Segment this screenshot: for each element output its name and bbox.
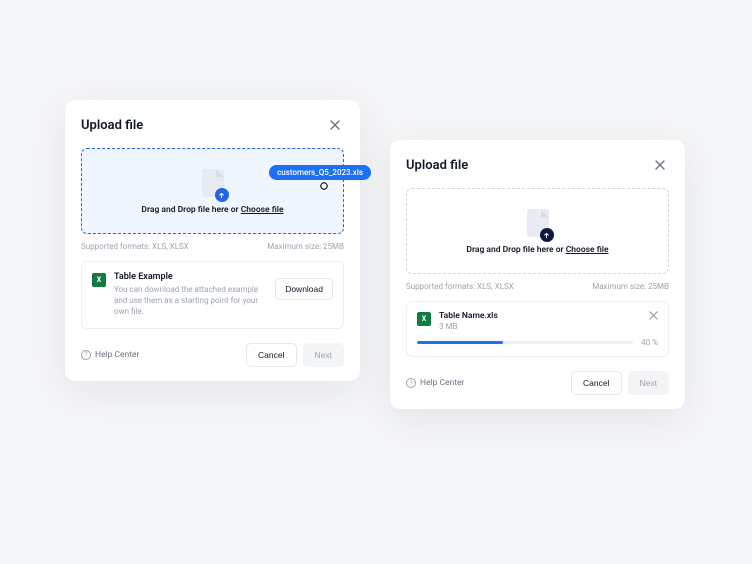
close-icon (655, 160, 665, 170)
dropzone-meta: Supported formats: XLS, XLSX Maximum siz… (406, 282, 669, 291)
close-icon (330, 120, 340, 130)
dropzone-text-prefix: Drag and Drop file here or (141, 205, 240, 215)
dropzone-text-prefix: Drag and Drop file here or (466, 245, 565, 255)
choose-file-link[interactable]: Choose file (241, 205, 284, 215)
progress-percent: 40 % (641, 338, 658, 347)
example-description: You can download the attached example an… (114, 284, 267, 318)
help-center-label: Help Center (95, 350, 139, 360)
dropzone-meta: Supported formats: XLS, XLSX Maximum siz… (81, 242, 344, 251)
dialog-header: Upload file (406, 156, 669, 174)
remove-file-button[interactable] (649, 311, 658, 322)
close-icon (649, 311, 658, 320)
upload-file-size: 3 MB (439, 322, 641, 331)
drag-file-chip: customers_Q5_2023.xls (269, 165, 371, 180)
close-button[interactable] (326, 116, 344, 134)
max-size: Maximum size: 25MB (592, 282, 669, 291)
dialog-footer: ? Help Center Cancel Next (406, 371, 669, 395)
help-icon: ? (406, 378, 416, 388)
download-button[interactable]: Download (275, 278, 333, 300)
upload-arrow-icon (540, 228, 554, 242)
dropzone-text: Drag and Drop file here or Choose file (417, 245, 658, 255)
cursor-icon (319, 181, 329, 195)
example-panel: Table Example You can download the attac… (81, 261, 344, 329)
next-button[interactable]: Next (628, 371, 669, 395)
cancel-button[interactable]: Cancel (246, 343, 296, 367)
footer-actions: Cancel Next (246, 343, 344, 367)
help-icon: ? (81, 350, 91, 360)
help-center-link[interactable]: ? Help Center (406, 378, 464, 388)
close-button[interactable] (651, 156, 669, 174)
help-center-link[interactable]: ? Help Center (81, 350, 139, 360)
footer-actions: Cancel Next (571, 371, 669, 395)
supported-formats: Supported formats: XLS, XLSX (406, 282, 514, 291)
file-dropzone[interactable]: Drag and Drop file here or Choose file c… (81, 148, 344, 234)
progress-fill (417, 341, 503, 344)
upload-dialog-drag: Upload file Drag and Drop file here or C… (65, 100, 360, 381)
example-title: Table Example (114, 272, 267, 282)
dialog-header: Upload file (81, 116, 344, 134)
max-size: Maximum size: 25MB (267, 242, 344, 251)
progress-track (417, 341, 633, 344)
supported-formats: Supported formats: XLS, XLSX (81, 242, 189, 251)
dialog-title: Upload file (81, 118, 143, 133)
help-center-label: Help Center (420, 378, 464, 388)
file-dropzone[interactable]: Drag and Drop file here or Choose file (406, 188, 669, 274)
dropzone-text: Drag and Drop file here or Choose file (92, 205, 333, 215)
excel-icon (417, 312, 431, 326)
cancel-button[interactable]: Cancel (571, 371, 621, 395)
upload-progress: 40 % (417, 338, 658, 347)
upload-file-name: Table Name.xls (439, 311, 641, 321)
excel-icon (92, 273, 106, 287)
upload-item: Table Name.xls 3 MB 40 % (406, 301, 669, 357)
upload-arrow-icon (215, 188, 229, 202)
next-button[interactable]: Next (303, 343, 344, 367)
file-icon (202, 169, 224, 197)
upload-dialog-progress: Upload file Drag and Drop file here or C… (390, 140, 685, 409)
file-icon (527, 209, 549, 237)
choose-file-link[interactable]: Choose file (566, 245, 609, 255)
dialog-title: Upload file (406, 158, 468, 173)
dialog-footer: ? Help Center Cancel Next (81, 343, 344, 367)
